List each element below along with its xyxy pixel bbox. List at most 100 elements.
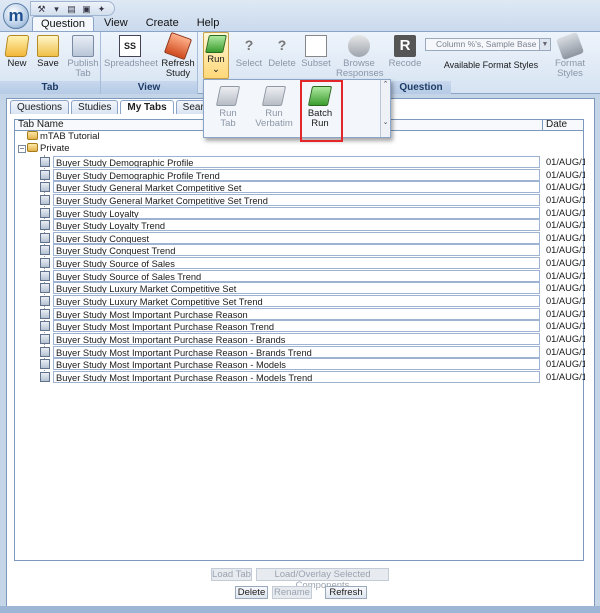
run-tab-icon — [215, 86, 241, 106]
delete-question-icon: ? — [277, 37, 287, 53]
delete-button[interactable]: Delete — [235, 586, 268, 599]
spreadsheet-button[interactable]: SS Spreadsheet — [104, 35, 158, 69]
recode-icon: R — [394, 35, 416, 57]
run-button[interactable]: Run ⌄ — [203, 32, 229, 79]
table-row[interactable]: Buyer Study Luxury Market Competitive Se… — [40, 295, 585, 308]
row-date: 01/AUG/18 — [546, 371, 585, 382]
table-row[interactable]: Buyer Study Conquest Trend 01/AUG/18 — [40, 244, 585, 257]
table-row[interactable]: Buyer Study Most Important Purchase Reas… — [40, 332, 585, 346]
group-label-question: Question — [391, 81, 451, 94]
table-row[interactable]: Buyer Study Source of Sales 01/AUG/18 — [40, 257, 585, 270]
subset-button[interactable]: Subset — [300, 35, 332, 69]
table-row[interactable]: Buyer Study Most Important Purchase Reas… — [40, 307, 585, 321]
row-date: 01/AUG/18 — [546, 245, 585, 256]
table-row[interactable]: Buyer Study Most Important Purchase Reas… — [40, 358, 585, 371]
table-row[interactable]: Buyer Study Most Important Purchase Reas… — [40, 320, 585, 333]
chevron-down-icon[interactable]: ⌄ — [381, 118, 390, 126]
table-row[interactable]: Buyer Study General Market Competitive S… — [40, 181, 585, 194]
load-tab-button[interactable]: Load Tab — [211, 568, 252, 581]
tab-create[interactable]: Create — [138, 16, 187, 31]
tab-file-icon — [40, 207, 50, 218]
run-gear-icon — [205, 35, 227, 53]
refresh-study-button[interactable]: Refresh Study — [160, 31, 196, 79]
browse-responses-button[interactable]: Browse Responses — [336, 35, 384, 79]
tree-node-private[interactable]: − Private — [15, 143, 70, 155]
chevron-up-icon[interactable]: ⌃ — [381, 80, 390, 88]
rename-button[interactable]: Rename — [272, 586, 312, 599]
row-date: 01/AUG/18 — [546, 333, 585, 344]
table-row[interactable]: Buyer Study Luxury Market Competitive Se… — [40, 282, 585, 295]
row-date: 01/AUG/18 — [546, 321, 585, 332]
run-verbatim-label-2: Verbatim — [255, 118, 293, 129]
new-tab-icon — [4, 35, 30, 57]
row-date: 01/AUG/18 — [546, 346, 585, 357]
browse-label-2: Responses — [336, 68, 384, 79]
row-date: 01/AUG/18 — [546, 308, 585, 319]
refresh-button[interactable]: Refresh — [325, 586, 367, 599]
collapse-icon[interactable]: − — [18, 145, 26, 153]
table-row[interactable]: Buyer Study Source of Sales Trend 01/AUG/… — [40, 269, 585, 283]
table-row[interactable]: Buyer Study Demographic Profile Trend 01/… — [40, 168, 585, 182]
publish-tab-button[interactable]: Publish Tab — [66, 35, 100, 79]
app-menu-button[interactable]: m — [3, 3, 29, 29]
tab-view[interactable]: View — [96, 16, 136, 31]
tab-questions[interactable]: Questions — [10, 100, 70, 114]
dropdown-arrow-icon[interactable]: ▾ — [50, 3, 63, 15]
ribbon-group-view: SS Spreadsheet Refresh Study View — [101, 31, 198, 94]
table-row[interactable]: Buyer Study Most Important Purchase Reas… — [40, 370, 585, 384]
tab-my-tabs[interactable]: My Tabs — [120, 100, 174, 114]
tab-help[interactable]: Help — [189, 16, 228, 31]
run-tab-item[interactable]: Run Tab — [206, 86, 250, 129]
new-label: New — [7, 58, 27, 69]
tab-file-icon — [40, 182, 50, 193]
subset-label: Subset — [301, 58, 331, 69]
load-overlay-button[interactable]: Load/Overlay Selected Components — [256, 568, 389, 591]
tab-file-icon — [40, 283, 50, 294]
new-button[interactable]: New — [4, 35, 30, 69]
tab-file-icon — [40, 371, 50, 382]
column-header-date[interactable]: Date — [542, 120, 567, 130]
table-row[interactable]: Buyer Study Demographic Profile 01/AUG/18 — [40, 156, 585, 169]
save-tab-icon — [37, 35, 59, 57]
table-row[interactable]: Buyer Study Most Important Purchase Reas… — [40, 345, 585, 359]
select-button[interactable]: ? Select — [234, 35, 264, 69]
group-label-tab: Tab — [0, 81, 100, 94]
refresh-icon — [163, 31, 193, 61]
delete-question-button[interactable]: ? Delete — [266, 35, 298, 69]
save-icon[interactable]: ▤ — [65, 3, 78, 15]
run-tab-label-2: Tab — [220, 118, 236, 129]
folder-icon — [27, 143, 38, 152]
row-date: 01/AUG/18 — [546, 220, 585, 231]
tree-node-tutorial[interactable]: mTAB Tutorial — [27, 131, 99, 143]
table-row[interactable]: Buyer Study Loyalty Trend 01/AUG/18 — [40, 219, 585, 232]
private-label: Private — [40, 143, 70, 154]
row-tab-name: Buyer Study Most Important Purchase Reas… — [53, 320, 540, 333]
row-tab-name: Buyer Study Most Important Purchase Reas… — [53, 345, 540, 358]
wrench-icon[interactable]: ⚒ — [35, 3, 48, 15]
save-button[interactable]: Save — [35, 35, 61, 69]
tab-question[interactable]: Question — [32, 16, 95, 31]
tab-studies[interactable]: Studies — [71, 100, 119, 114]
table-row[interactable]: Buyer Study General Market Competitive S… — [40, 193, 585, 207]
recode-button[interactable]: R Recode — [388, 35, 422, 69]
run-small-icon[interactable]: ✦ — [95, 3, 108, 15]
table-row[interactable]: Buyer Study Conquest 01/AUG/18 — [40, 231, 585, 245]
quick-access-toolbar: ⚒ ▾ ▤ ▣ ✦ — [30, 1, 115, 16]
row-date: 01/AUG/18 — [546, 359, 585, 370]
spreadsheet-small-icon[interactable]: ▣ — [80, 3, 93, 15]
subset-icon — [305, 35, 327, 57]
row-date: 01/AUG/18 — [546, 232, 585, 243]
format-style-select[interactable]: Column %'s, Sample Base ▼ — [425, 38, 551, 51]
run-button-content: Run ⌄ — [205, 35, 227, 75]
row-tab-name: Buyer Study Most Important Purchase Reas… — [53, 358, 540, 371]
run-verbatim-item[interactable]: Run Verbatim — [252, 86, 296, 129]
tab-file-icon — [40, 194, 50, 205]
gallery-scrollbar[interactable]: ⌃ ⌄ — [380, 80, 390, 137]
format-styles-button[interactable]: Format Styles — [552, 31, 588, 79]
browse-icon — [348, 35, 370, 57]
column-header-tab-name[interactable]: Tab Name — [18, 120, 64, 130]
publish-label-2: Tab — [75, 68, 91, 79]
chevron-down-icon[interactable]: ▼ — [539, 39, 550, 50]
table-row[interactable]: Buyer Study Loyalty 01/AUG/18 — [40, 206, 585, 220]
chevron-down-icon: ⌄ — [212, 64, 220, 75]
